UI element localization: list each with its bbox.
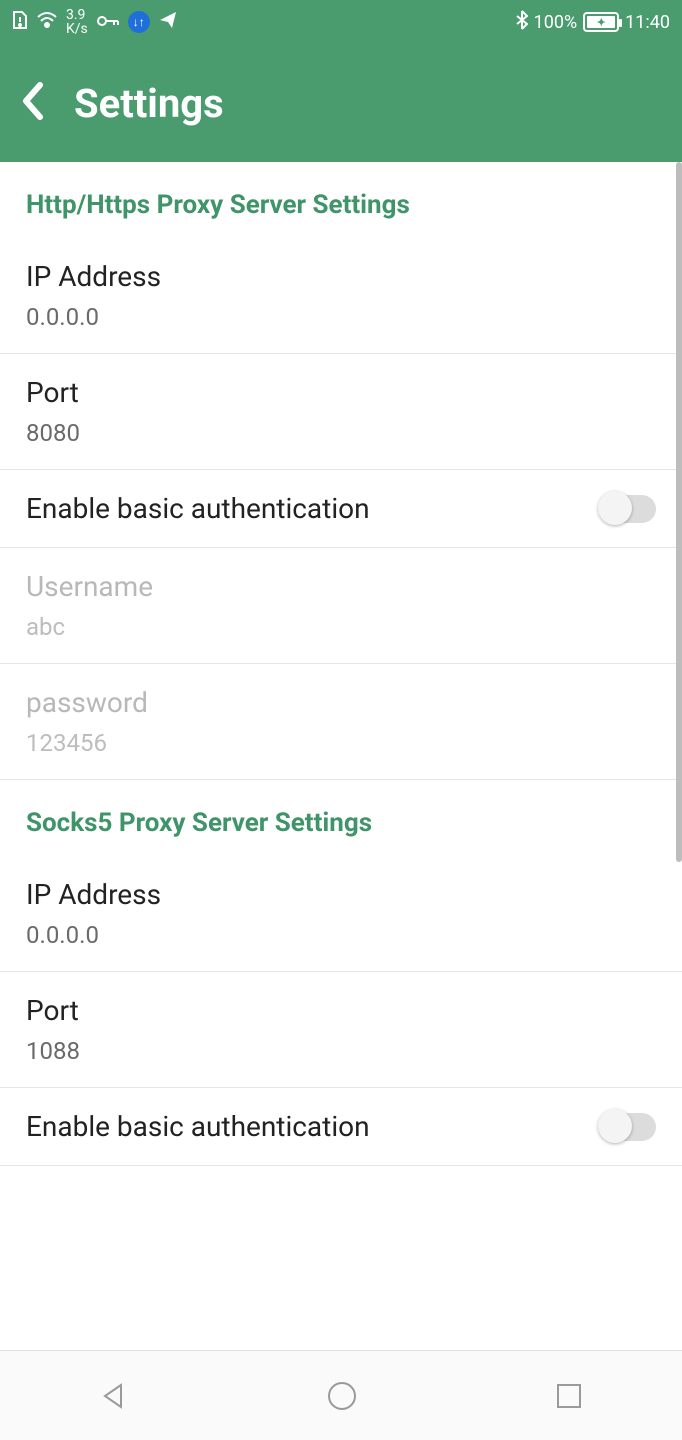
socks-ip-row[interactable]: IP Address 0.0.0.0 [0, 856, 682, 972]
http-username-label: Username [26, 570, 153, 603]
nav-home-icon[interactable] [326, 1380, 358, 1412]
socks-auth-row[interactable]: Enable basic authentication [0, 1088, 682, 1166]
http-password-value: 123456 [26, 729, 148, 757]
back-button[interactable] [20, 81, 46, 125]
http-ip-value: 0.0.0.0 [26, 303, 161, 331]
http-section-header: Http/Https Proxy Server Settings [0, 162, 682, 238]
socks-ip-value: 0.0.0.0 [26, 921, 161, 949]
page-title: Settings [74, 80, 224, 127]
http-port-label: Port [26, 376, 80, 409]
socks-port-value: 1088 [26, 1037, 80, 1065]
socks-ip-label: IP Address [26, 878, 161, 911]
socks-auth-label: Enable basic authentication [26, 1110, 370, 1143]
navigation-bar [0, 1350, 682, 1440]
http-username-row: Username abc [0, 548, 682, 664]
battery-percent: 100% [534, 12, 578, 33]
app-header: Settings [0, 44, 682, 162]
http-password-row: password 123456 [0, 664, 682, 780]
http-auth-label: Enable basic authentication [26, 492, 370, 525]
http-username-value: abc [26, 613, 153, 641]
scroll-indicator [676, 162, 682, 862]
nav-back-icon[interactable] [99, 1381, 129, 1411]
http-password-label: password [26, 686, 148, 719]
nav-recent-icon[interactable] [555, 1382, 583, 1410]
settings-content[interactable]: Http/Https Proxy Server Settings IP Addr… [0, 162, 682, 1350]
socks-port-label: Port [26, 994, 80, 1027]
sim-alert-icon [12, 10, 28, 35]
clock: 11:40 [625, 12, 670, 33]
http-ip-label: IP Address [26, 260, 161, 293]
bluetooth-icon [516, 10, 528, 35]
network-speed: 3.9 K/s [66, 8, 88, 36]
key-icon [96, 12, 120, 33]
http-auth-toggle[interactable] [600, 495, 656, 523]
send-icon [158, 10, 178, 35]
socks-auth-toggle[interactable] [600, 1113, 656, 1141]
battery-icon: ✦ [583, 12, 619, 32]
http-port-value: 8080 [26, 419, 80, 447]
socks-section-header: Socks5 Proxy Server Settings [0, 780, 682, 856]
socks-port-row[interactable]: Port 1088 [0, 972, 682, 1088]
http-auth-row[interactable]: Enable basic authentication [0, 470, 682, 548]
sync-icon: ↓↑ [128, 11, 150, 33]
status-bar: 3.9 K/s ↓↑ 100% ✦ 11:40 [0, 0, 682, 44]
wifi-icon [36, 11, 58, 34]
http-port-row[interactable]: Port 8080 [0, 354, 682, 470]
http-ip-row[interactable]: IP Address 0.0.0.0 [0, 238, 682, 354]
